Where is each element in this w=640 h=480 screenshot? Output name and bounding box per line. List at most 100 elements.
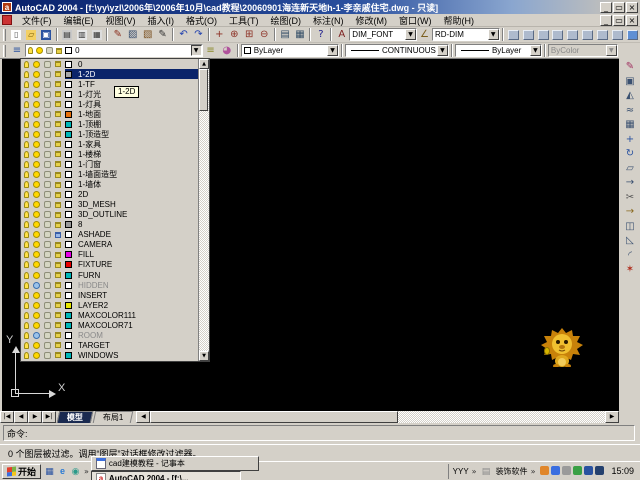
folder-icon[interactable]: ▤: [480, 465, 493, 478]
scale-icon[interactable]: ▱: [622, 162, 638, 177]
view-sw-iso-icon[interactable]: [595, 27, 610, 42]
sun-viewport-icon[interactable]: [44, 151, 51, 158]
properties-icon[interactable]: ▤: [278, 27, 293, 42]
menu-item[interactable]: 格式(O): [180, 13, 223, 28]
toolbar-grip[interactable]: [3, 45, 6, 57]
bulb-icon[interactable]: [24, 151, 29, 158]
lock-icon[interactable]: [55, 111, 61, 117]
tray-screen-icon[interactable]: [595, 466, 604, 475]
open-icon[interactable]: ▱: [24, 27, 39, 42]
sun-icon[interactable]: [33, 231, 40, 238]
sun-viewport-icon[interactable]: [44, 141, 51, 148]
minimize-icon[interactable]: _: [600, 2, 612, 13]
layer-row[interactable]: 1-家具: [21, 139, 198, 149]
show-desktop-icon[interactable]: ▦: [43, 465, 56, 478]
tab-prev-icon[interactable]: ◀: [14, 411, 28, 423]
doc-restore-icon[interactable]: ▭: [613, 15, 625, 26]
lock-icon[interactable]: [55, 302, 61, 308]
view-orbit-icon[interactable]: [625, 27, 640, 42]
sun-viewport-icon[interactable]: [44, 282, 51, 289]
view-se-iso-icon[interactable]: [610, 27, 625, 42]
sun-viewport-icon[interactable]: [44, 131, 51, 138]
color-control-icon[interactable]: ◕: [219, 43, 235, 58]
sun-viewport-icon[interactable]: [44, 101, 51, 108]
chevron-icon[interactable]: »: [531, 467, 536, 476]
lock-icon[interactable]: [55, 252, 61, 258]
sun-viewport-icon[interactable]: [44, 241, 51, 248]
language-indicator[interactable]: YYY: [453, 467, 469, 476]
layer-combo[interactable]: 0▼: [25, 44, 202, 57]
sun-icon[interactable]: [33, 302, 40, 309]
layer-row[interactable]: 2D: [21, 190, 198, 200]
help-icon[interactable]: ?: [313, 27, 328, 42]
lock-icon[interactable]: [55, 172, 61, 178]
dim-style-combo[interactable]: RD-DIM▼: [432, 28, 500, 41]
layer-row[interactable]: 1-墙体: [21, 180, 198, 190]
sun-viewport-icon[interactable]: [44, 332, 51, 339]
trim-icon[interactable]: ✂: [622, 191, 638, 206]
bulb-icon[interactable]: [24, 352, 29, 359]
tab-model[interactable]: 模型: [57, 411, 94, 423]
lock-icon[interactable]: [55, 322, 61, 328]
bulb-icon[interactable]: [24, 251, 29, 258]
lock-icon[interactable]: [55, 182, 61, 188]
plot-icon[interactable]: ▤: [60, 27, 75, 42]
menu-item[interactable]: 标注(N): [307, 13, 350, 28]
layer-row[interactable]: 1-灯光: [21, 89, 198, 99]
chamfer-icon[interactable]: ◺: [622, 234, 638, 249]
plot-preview-icon[interactable]: ▥: [75, 27, 90, 42]
bulb-icon[interactable]: [24, 211, 29, 218]
view-bottom-icon[interactable]: [521, 27, 536, 42]
explode-icon[interactable]: ✶: [622, 263, 638, 278]
text-style-combo[interactable]: DIM_FONT▼: [349, 28, 417, 41]
doc-close-icon[interactable]: ×: [626, 15, 638, 26]
chevron-icon[interactable]: »: [472, 467, 477, 476]
sun-icon[interactable]: [33, 241, 40, 248]
sun-viewport-icon[interactable]: [44, 81, 51, 88]
sun-viewport-icon[interactable]: [44, 191, 51, 198]
sun-viewport-icon[interactable]: [44, 272, 51, 279]
sun-icon[interactable]: [33, 221, 40, 228]
hscroll-right-icon[interactable]: ▶: [605, 411, 619, 423]
lock-icon[interactable]: [55, 242, 61, 248]
layer-row[interactable]: ROOM: [21, 330, 198, 340]
document-icon[interactable]: [2, 15, 12, 25]
lock-icon[interactable]: [55, 71, 61, 77]
menu-item[interactable]: 编辑(E): [58, 13, 100, 28]
sun-viewport-icon[interactable]: [44, 121, 51, 128]
sun-icon[interactable]: [33, 312, 40, 319]
bulb-icon[interactable]: [24, 141, 29, 148]
bulb-icon[interactable]: [24, 61, 29, 68]
menu-item[interactable]: 工具(T): [223, 13, 265, 28]
bulb-icon[interactable]: [24, 91, 29, 98]
mirror-icon[interactable]: ◭: [622, 89, 638, 104]
copy-icon[interactable]: ▨: [125, 27, 140, 42]
bulb-icon[interactable]: [24, 161, 29, 168]
toolbar-grip[interactable]: [3, 29, 6, 41]
lock-icon[interactable]: [55, 352, 61, 358]
sun-icon[interactable]: [33, 121, 40, 128]
sun-icon[interactable]: [33, 141, 40, 148]
fillet-icon[interactable]: ◜: [622, 249, 638, 264]
sun-icon[interactable]: [33, 111, 40, 118]
lock-icon[interactable]: [55, 101, 61, 107]
layer-row[interactable]: CAMERA: [21, 240, 198, 250]
start-button[interactable]: 开始: [2, 464, 41, 479]
sun-icon[interactable]: [33, 181, 40, 188]
sun-viewport-icon[interactable]: [44, 292, 51, 299]
sun-icon[interactable]: [33, 352, 40, 359]
sun-icon[interactable]: [33, 81, 40, 88]
array-icon[interactable]: ▦: [622, 118, 638, 133]
layer-row[interactable]: 1-顶棚: [21, 119, 198, 129]
menu-item[interactable]: 窗口(W): [393, 13, 438, 28]
bulb-icon[interactable]: [24, 111, 29, 118]
zoom-previous-icon[interactable]: ⊖: [257, 27, 272, 42]
dropdown-arrow-icon[interactable]: ▼: [327, 45, 338, 56]
bulb-icon[interactable]: [24, 312, 29, 319]
lock-icon[interactable]: [55, 192, 61, 198]
new-icon[interactable]: ▯: [9, 27, 24, 42]
lock-icon[interactable]: [55, 292, 61, 298]
sun-icon[interactable]: [33, 322, 40, 329]
bulb-icon[interactable]: [24, 282, 29, 289]
menu-item[interactable]: 插入(I): [142, 13, 181, 28]
